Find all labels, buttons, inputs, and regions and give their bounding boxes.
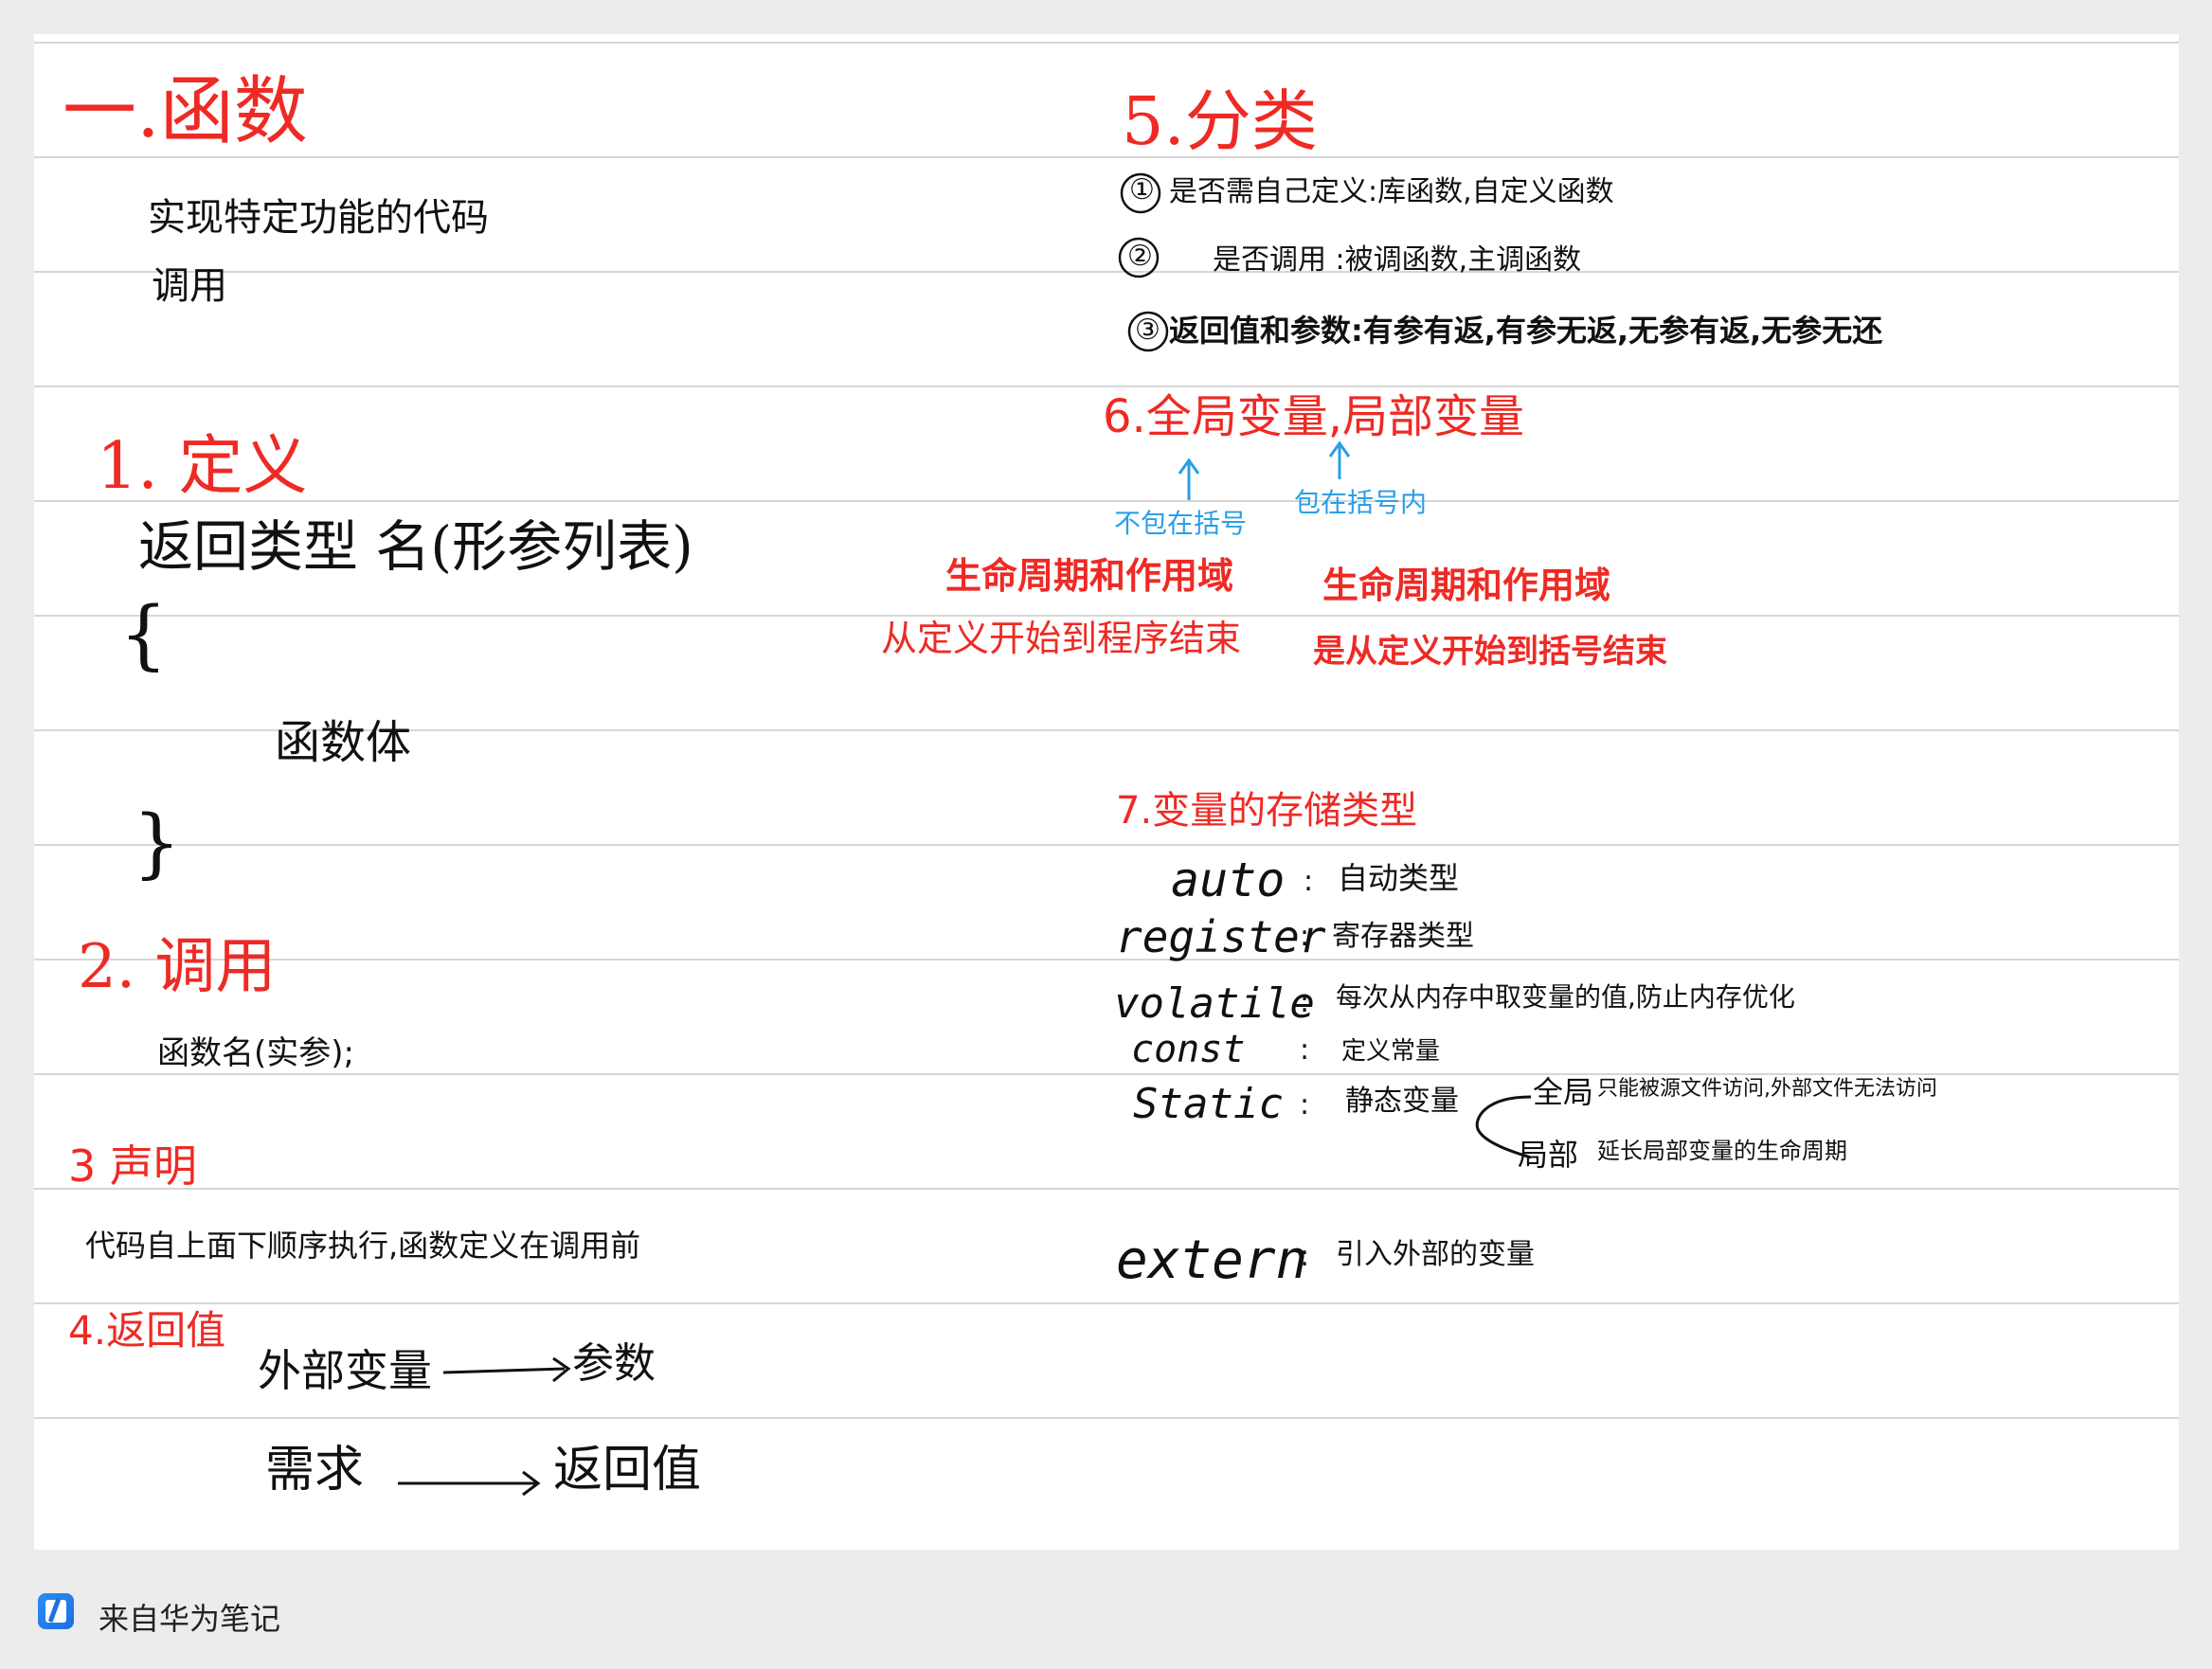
return-from-2: 需求	[265, 1442, 365, 1499]
storage-colon: :	[1300, 1240, 1310, 1273]
declare-text: 代码自上面下顺序执行,函数定义在调用前	[85, 1228, 641, 1264]
global-lifetime: 生命周期和作用域	[945, 555, 1234, 597]
scope-label-global: 不包在括号	[1114, 508, 1248, 539]
footer-label: 来自华为笔记	[99, 1601, 281, 1637]
heading-scope: 6.全局变量,局部变量	[1103, 390, 1525, 443]
return-from-1: 外部变量	[258, 1345, 432, 1396]
ink-strokes	[398, 172, 1532, 1497]
brace-close: }	[133, 799, 181, 887]
classify-num-1: ①	[1129, 173, 1155, 206]
heading-return: 4.返回值	[68, 1307, 226, 1354]
call-syntax: 函数名(实参);	[157, 1034, 354, 1072]
storage-kw-const: const	[1131, 1028, 1246, 1071]
storage-desc-extern: 引入外部的变量	[1336, 1238, 1535, 1271]
note-page: 一.函数 实现特定功能的代码 调用 1. 定义 返回类型 名(形参列表) { 函…	[34, 34, 2179, 1550]
local-range: 是从定义开始到括号结束	[1313, 633, 1667, 671]
heading-declare: 3 声明	[68, 1140, 197, 1192]
classify-num-2: ②	[1127, 240, 1153, 273]
heading-define: 1. 定义	[97, 429, 308, 504]
scope-label-local: 包在括号内	[1294, 487, 1428, 518]
arrow-line-1	[442, 1367, 566, 1374]
static-local-desc: 延长局部变量的生命周期	[1597, 1138, 1847, 1164]
storage-kw-register: register	[1116, 911, 1326, 962]
storage-kw-auto: auto	[1171, 852, 1286, 907]
intro-line-1: 实现特定功能的代码	[148, 196, 489, 240]
storage-desc-static: 静态变量	[1345, 1085, 1459, 1118]
classify-num-3: ③	[1135, 314, 1160, 347]
static-global-label: 全局	[1533, 1074, 1594, 1110]
storage-colon: :	[1304, 865, 1314, 898]
storage-desc-volatile: 每次从内存中取变量的值,防止内存优化	[1336, 981, 1795, 1013]
heading-functions: 一.函数	[63, 69, 308, 154]
classify-line-1: 是否需自己定义:库函数,自定义函数	[1169, 175, 1614, 208]
classify-line-2: 是否调用 :被调函数,主调函数	[1213, 243, 1582, 277]
local-lifetime: 生命周期和作用域	[1322, 565, 1611, 606]
storage-kw-volatile: volatile	[1114, 979, 1315, 1028]
return-to-2: 返回值	[553, 1442, 702, 1499]
storage-colon: :	[1300, 986, 1310, 1019]
huawei-notes-icon	[38, 1593, 74, 1629]
global-range: 从定义开始到程序结束	[881, 618, 1242, 659]
heading-call: 2. 调用	[78, 932, 277, 1002]
storage-colon: :	[1300, 1088, 1310, 1122]
static-global-desc: 只能被源文件访问,外部文件无法访问	[1597, 1077, 1937, 1101]
storage-kw-extern: extern	[1116, 1229, 1308, 1291]
storage-colon: :	[1300, 1033, 1310, 1067]
storage-desc-register: 寄存器类型	[1332, 920, 1474, 953]
heading-classify: 5.分类	[1122, 82, 1318, 160]
static-local-label: 局部	[1518, 1137, 1579, 1173]
classify-line-3: 返回值和参数:有参有返,有参无返,无参有返,无参无还	[1169, 313, 1883, 349]
return-to-1: 参数	[572, 1339, 656, 1388]
function-body: 函数体	[275, 716, 412, 769]
brace-open: {	[119, 590, 168, 678]
define-signature: 返回类型 名(形参列表)	[138, 514, 693, 579]
heading-storage: 7.变量的存储类型	[1116, 789, 1418, 833]
storage-desc-auto: 自动类型	[1338, 860, 1460, 896]
storage-desc-const: 定义常量	[1341, 1037, 1441, 1066]
storage-colon: :	[1300, 920, 1310, 953]
storage-kw-static: Static	[1133, 1080, 1284, 1128]
intro-line-2: 调用	[152, 264, 227, 308]
